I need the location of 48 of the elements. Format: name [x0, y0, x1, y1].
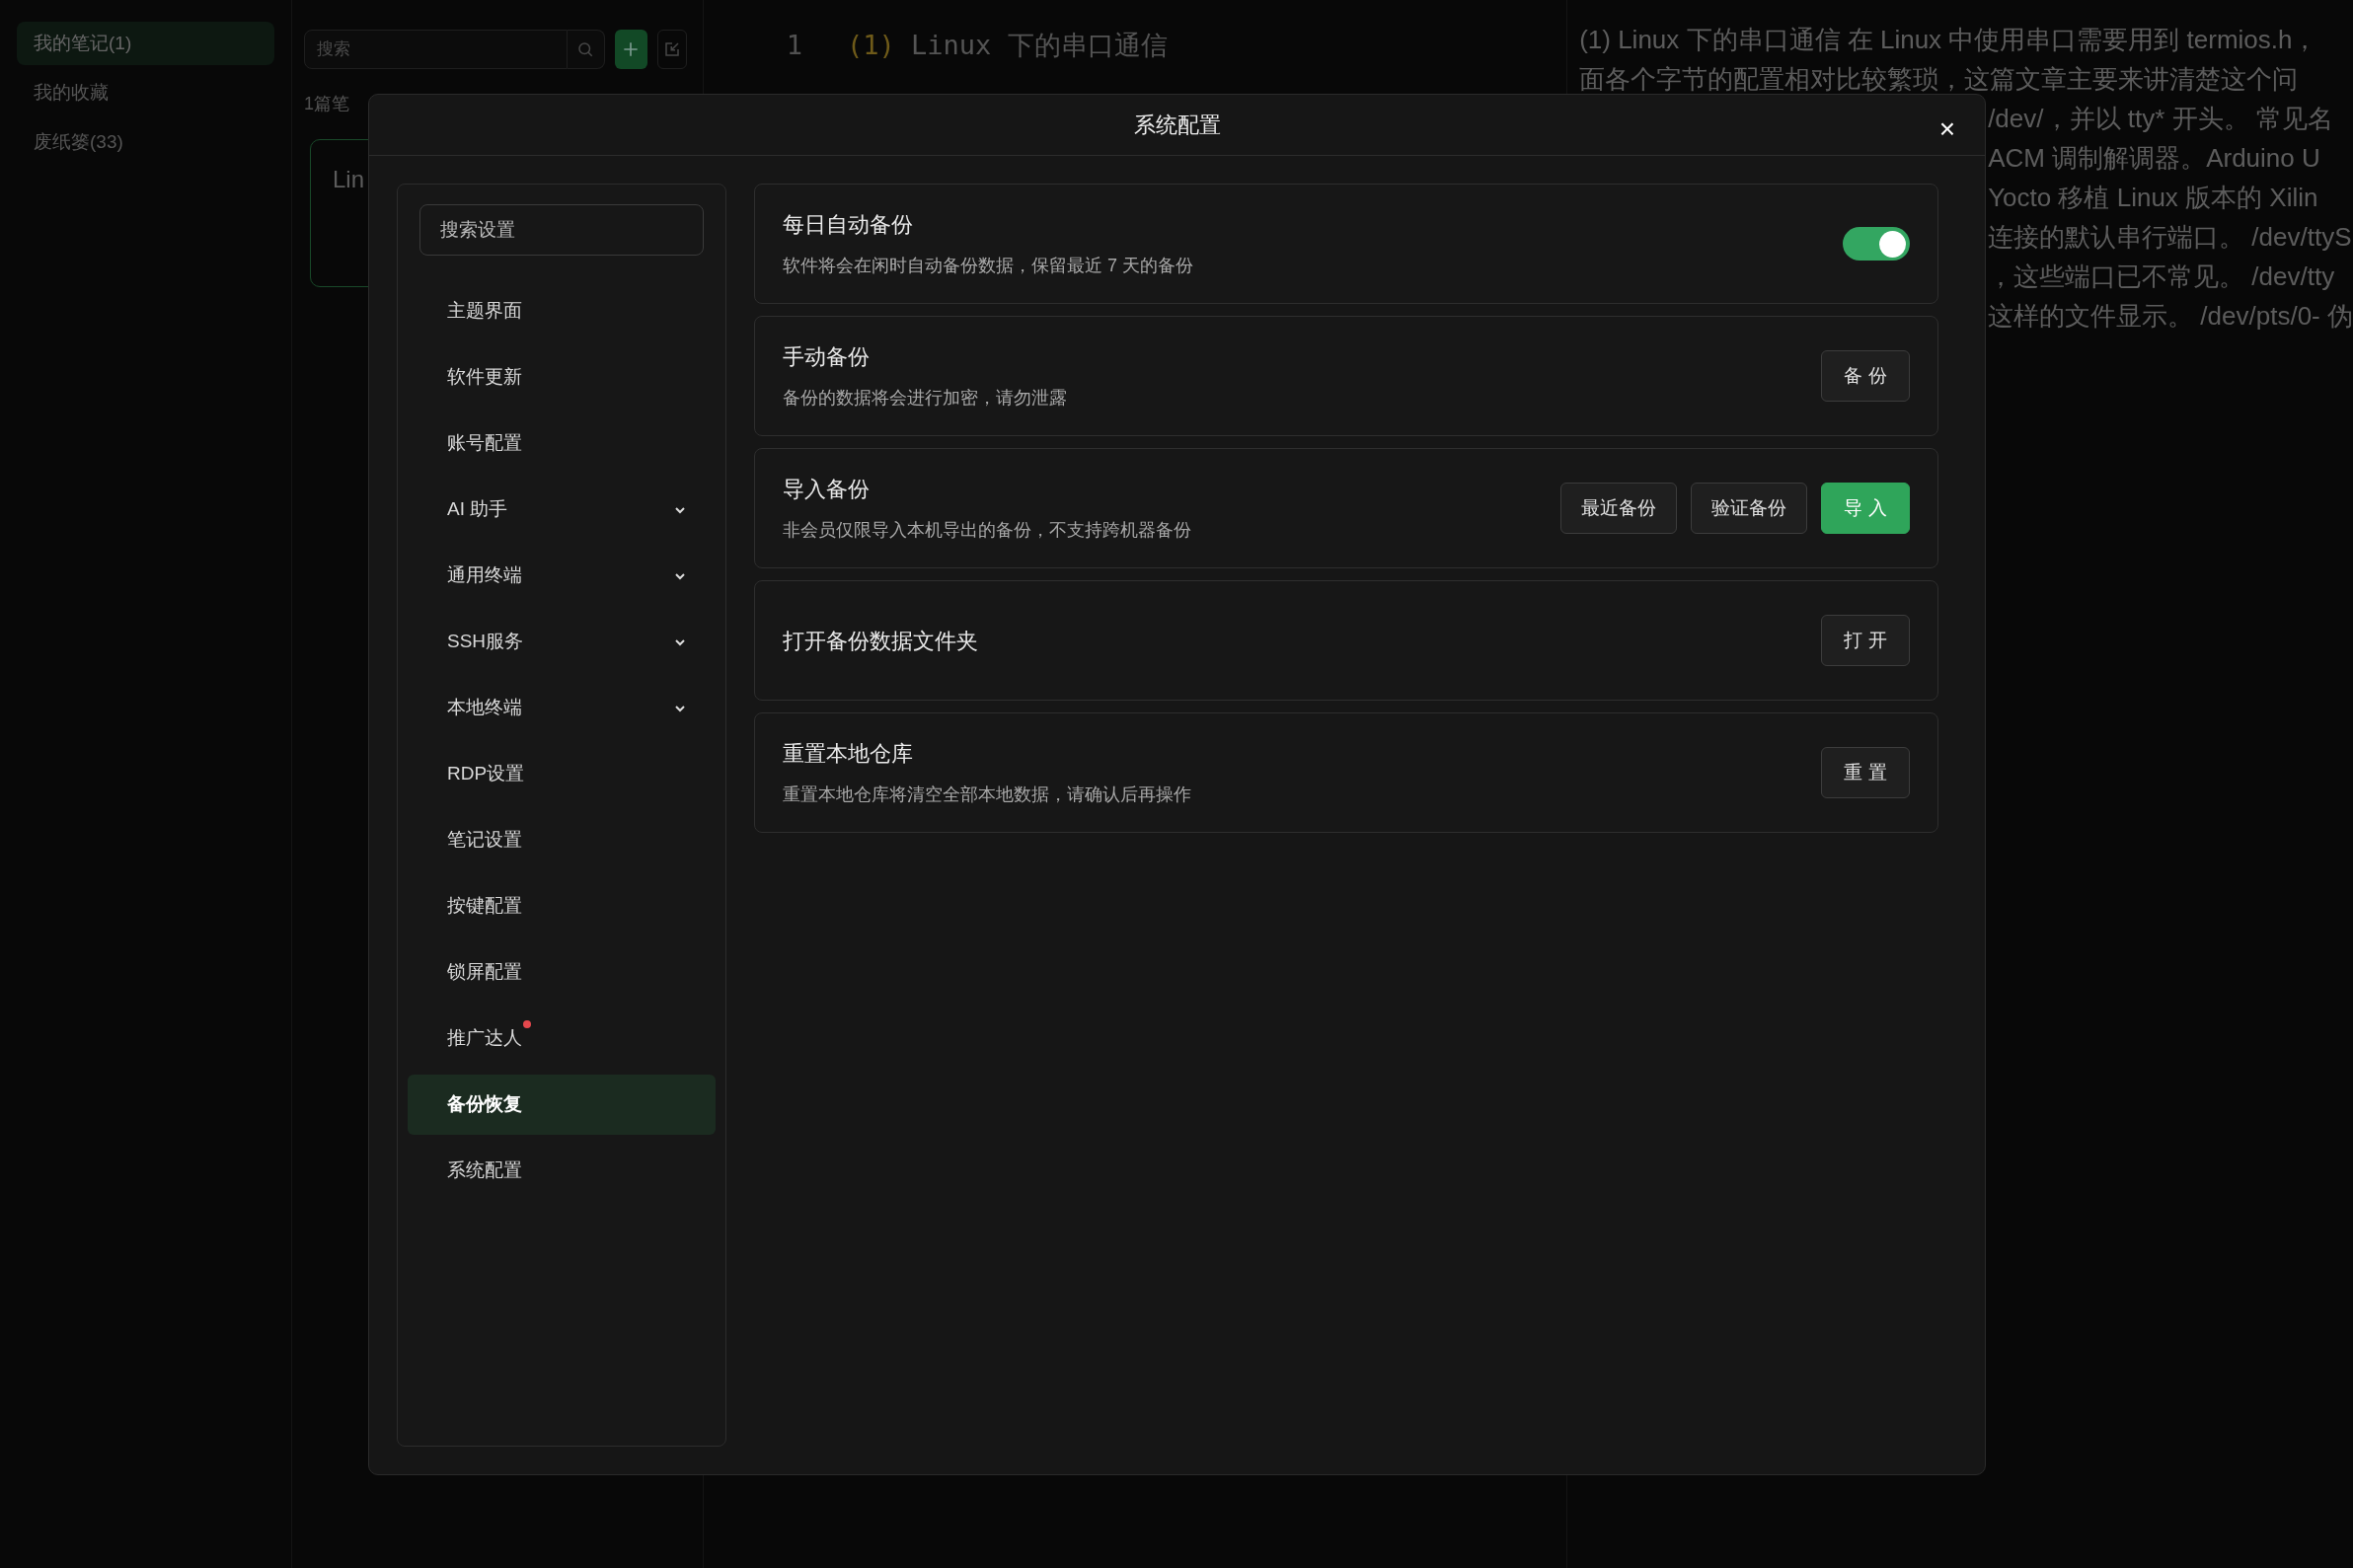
code-line: (1) Linux 下的串口通信 [846, 28, 1168, 62]
nav-item[interactable]: 系统配置 [408, 1141, 716, 1201]
action-button[interactable]: 打 开 [1821, 615, 1910, 666]
nav-item[interactable]: 按键配置 [408, 876, 716, 936]
setting-description: 重置本地仓库将清空全部本地数据，请确认后再操作 [783, 784, 1191, 806]
preview-text: /dev/，并以 tty* 开头。 常见名 [1988, 103, 2333, 135]
action-button[interactable]: 备 份 [1821, 350, 1910, 402]
nav-item[interactable]: RDP设置 [408, 744, 716, 804]
nav-item[interactable]: 软件更新 [408, 347, 716, 408]
setting-title: 手动备份 [783, 343, 871, 371]
nav-item[interactable]: 推广达人 [408, 1008, 716, 1069]
nav-item[interactable]: 主题界面 [408, 281, 716, 341]
note-title: Lin [332, 165, 365, 194]
search-icon [576, 40, 595, 58]
edit-icon [662, 40, 681, 58]
line-number: 1 [785, 28, 802, 62]
setting-title: 每日自动备份 [783, 211, 914, 239]
nav-item[interactable]: 锁屏配置 [408, 942, 716, 1003]
preview-text: ，这些端口已不常见。 /dev/tty [1988, 261, 2335, 293]
nav-item[interactable]: 账号配置 [408, 413, 716, 474]
preview-text: (1) Linux 下的串口通信 在 Linux 中使用串口需要用到 termios.h， [1579, 24, 2318, 56]
preview-text: 这样的文件显示。 /dev/pts/0- 伪 [1988, 300, 2353, 333]
action-button[interactable]: 重 置 [1821, 747, 1910, 798]
setting-description: 非会员仅限导入本机导出的备份，不支持跨机器备份 [783, 519, 1191, 542]
toggle-switch[interactable] [1843, 227, 1910, 261]
note-count: 1篇笔 [303, 93, 350, 115]
search-field[interactable]: 搜索 [303, 30, 568, 69]
setting-title: 打开备份数据文件夹 [783, 627, 978, 655]
add-button[interactable] [614, 30, 647, 69]
nav-item[interactable]: 通用终端 [408, 546, 716, 606]
close-button[interactable]: × [1938, 109, 1955, 150]
setting-description: 软件将会在闲时自动备份数据，保留最近 7 天的备份 [783, 255, 1193, 277]
setting-description: 备份的数据将会进行加密，请勿泄露 [783, 387, 1067, 410]
preview-text: 面各个字节的配置相对比较繁琐，这篇文章主要来讲清楚这个问 [1579, 63, 2299, 96]
action-button[interactable]: 最近备份 [1560, 483, 1677, 534]
nav-item[interactable]: 备份恢复 [408, 1075, 716, 1135]
preview-text: Yocto 移植 Linux 版本的 Xilin [1988, 182, 2318, 214]
nav-item[interactable]: SSH服务 [408, 612, 716, 672]
action-button[interactable]: 验证备份 [1691, 483, 1807, 534]
setting-title: 重置本地仓库 [783, 740, 914, 768]
dialog-title: 系统配置 [1133, 112, 1221, 139]
nav-item[interactable]: AI 助手 [408, 480, 716, 540]
search-field[interactable]: 搜索设置 [419, 204, 704, 256]
preview-text: 连接的默认串行端口。 /dev/ttyS [1988, 221, 2352, 254]
nav-item[interactable]: 本地终端 [408, 678, 716, 738]
preview-text: ACM 调制解调器。Arduino U [1988, 142, 2320, 175]
nav-item[interactable]: 笔记设置 [408, 810, 716, 870]
setting-title: 导入备份 [783, 476, 871, 503]
